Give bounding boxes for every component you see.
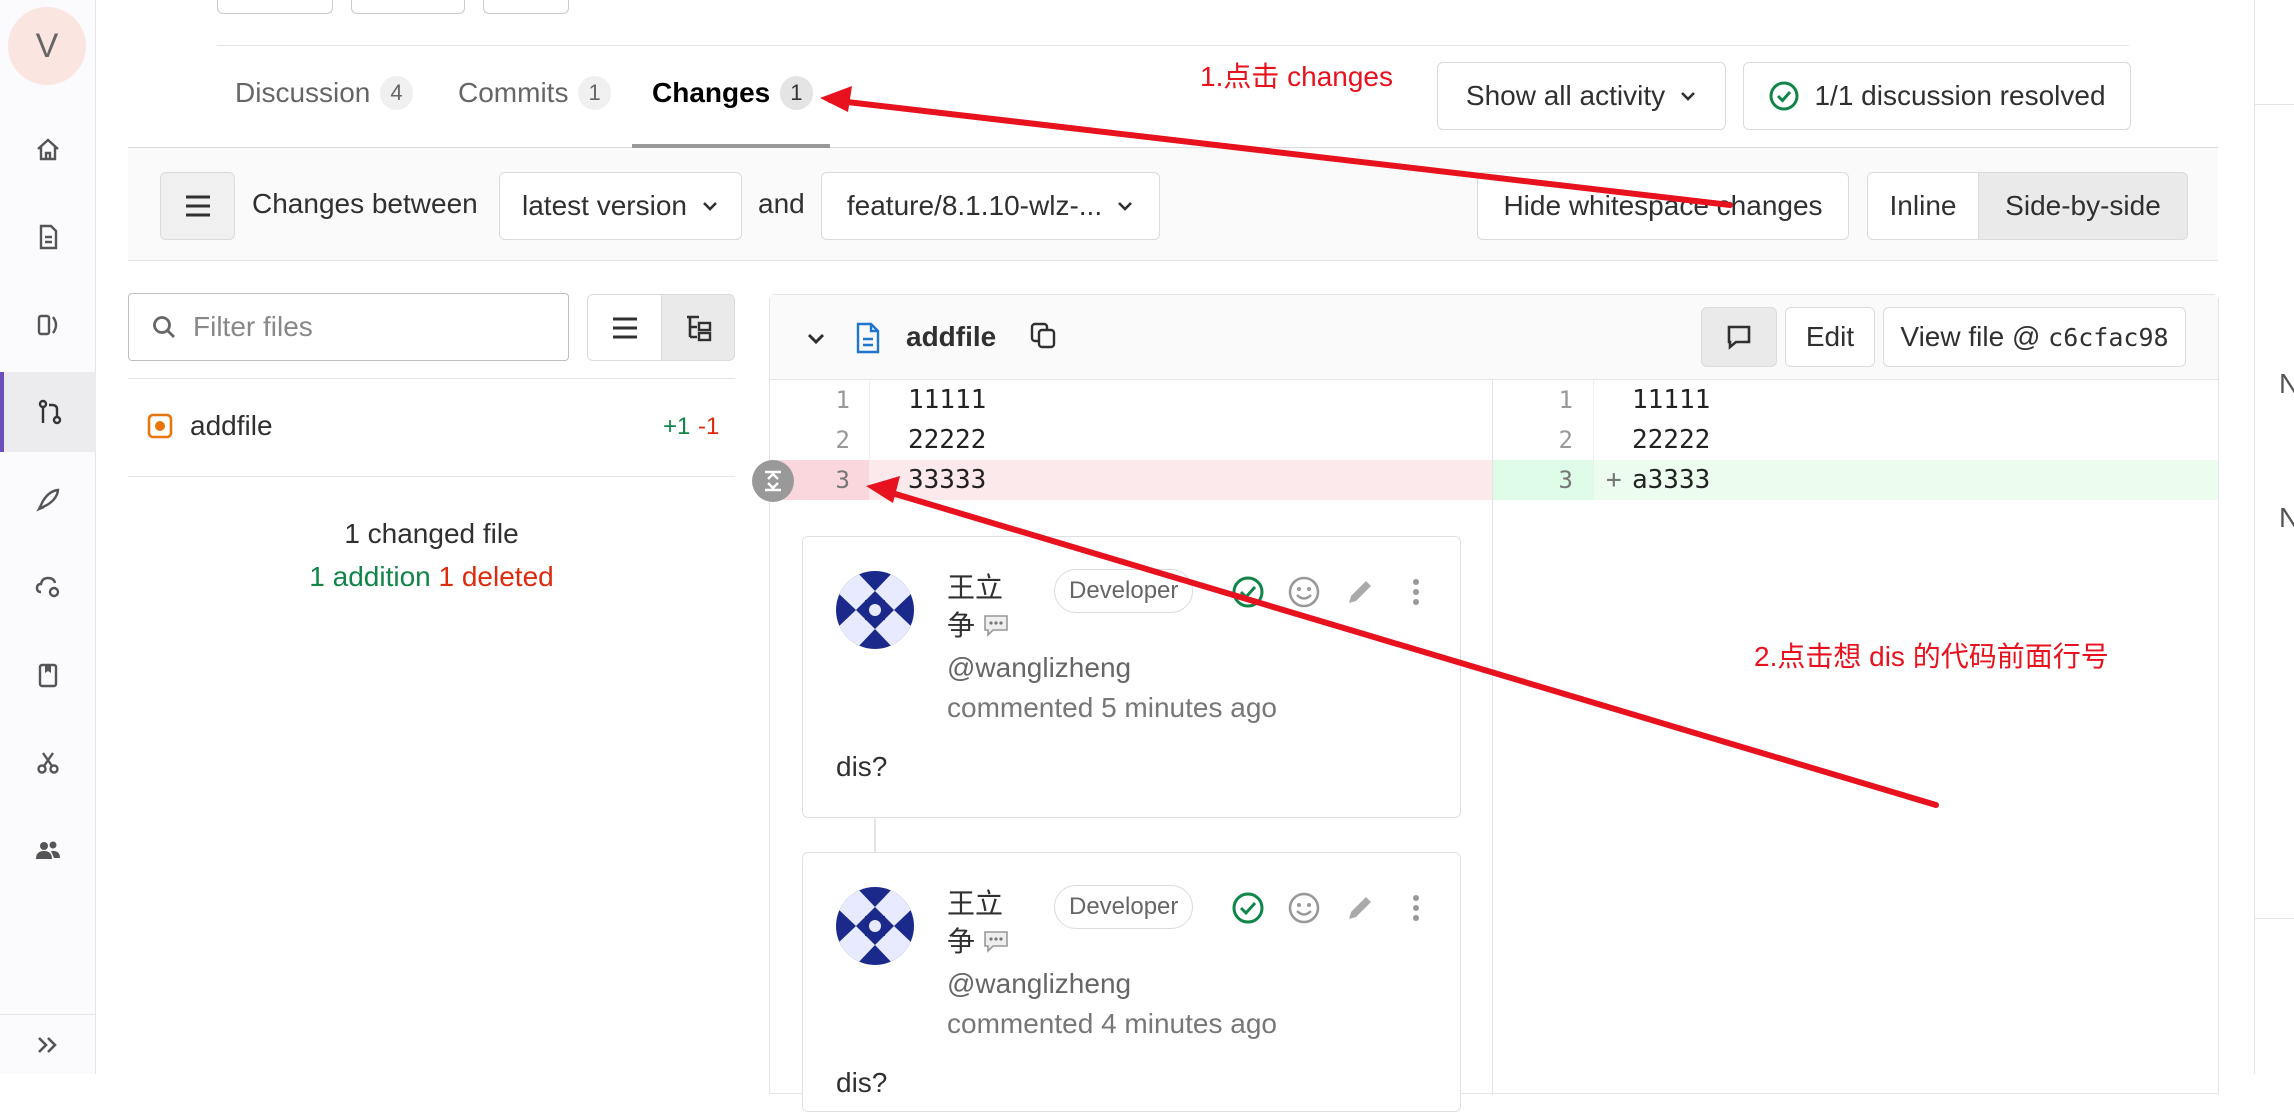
arrow-to-changes-tab — [827, 97, 1733, 208]
arrow-to-line-number — [879, 487, 1939, 808]
annotation-arrows — [820, 86, 1939, 808]
arrowhead — [866, 476, 900, 503]
arrowhead — [820, 86, 852, 112]
